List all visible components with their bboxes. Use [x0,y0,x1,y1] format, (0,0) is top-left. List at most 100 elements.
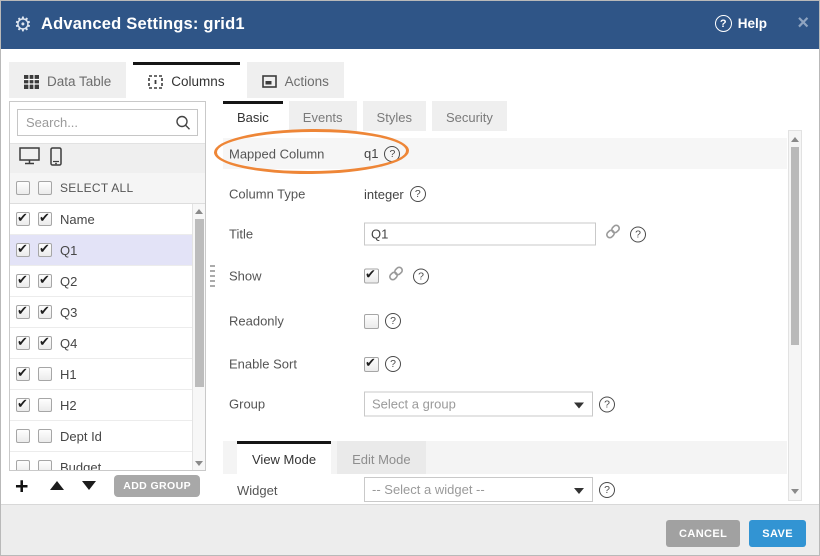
panel-splitter[interactable] [210,265,215,287]
enable-sort-row: Enable Sort ? [223,349,787,379]
show-row: Show ? [223,261,787,291]
desktop-checkbox[interactable] [16,305,30,319]
mobile-checkbox[interactable] [38,305,52,319]
gear-icon: ⚙ [14,13,32,37]
list-item[interactable]: Q2 [10,266,192,297]
desktop-checkbox[interactable] [16,460,30,471]
scroll-down-icon[interactable] [791,489,799,494]
enable-sort-label: Enable Sort [229,357,297,372]
list-item[interactable]: Name [10,204,192,235]
scroll-up-icon[interactable] [195,209,203,214]
group-select[interactable]: Select a group [364,392,593,417]
cancel-button[interactable]: CANCEL [666,520,740,547]
desktop-checkbox[interactable] [16,274,30,288]
desktop-checkbox[interactable] [16,212,30,226]
column-list: Name Q1 Q2 Q3 Q4H1H2Dept IdBudget [10,204,205,471]
panel-scrollbar-thumb[interactable] [791,147,799,345]
add-column-button[interactable]: + [15,475,28,497]
select-all-row[interactable]: SELECT ALL [10,173,205,204]
chevron-down-icon [574,488,584,494]
search-input[interactable] [18,110,197,135]
list-item[interactable]: Q4 [10,328,192,359]
tab-label: Actions [285,74,329,89]
desktop-checkbox[interactable] [16,243,30,257]
readonly-checkbox[interactable] [364,314,379,329]
bind-link-icon[interactable] [604,223,622,246]
title-input[interactable] [364,223,596,246]
scroll-down-icon[interactable] [195,461,203,466]
help-icon[interactable]: ? [385,356,401,372]
select-all-label: SELECT ALL [60,181,134,195]
sidebar-toolbar: + ADD GROUP [9,473,206,498]
tab-events[interactable]: Events [289,101,357,131]
help-icon[interactable]: ? [599,396,615,412]
tab-edit-mode[interactable]: Edit Mode [337,441,426,474]
help-icon[interactable]: ? [410,186,426,202]
tab-basic[interactable]: Basic [223,101,283,131]
mobile-checkbox[interactable] [38,429,52,443]
mode-section: View Mode Edit Mode Widget -- Select a w… [223,441,787,504]
desktop-checkbox[interactable] [16,367,30,381]
scroll-up-icon[interactable] [791,137,799,142]
list-scrollbar[interactable] [192,204,205,471]
move-up-icon[interactable] [50,481,64,490]
help-icon[interactable]: ? [413,268,429,284]
column-name: Name [60,212,95,227]
help-icon[interactable]: ? [630,226,646,242]
select-all-mobile-checkbox[interactable] [38,181,52,195]
mobile-checkbox[interactable] [38,336,52,350]
mobile-checkbox[interactable] [38,367,52,381]
mobile-checkbox[interactable] [38,398,52,412]
list-item[interactable]: Dept Id [10,421,192,452]
column-name: Q2 [60,274,77,289]
mobile-icon[interactable] [50,147,62,171]
close-icon[interactable]: × [797,11,809,35]
column-name: Q3 [60,305,77,320]
tab-security[interactable]: Security [432,101,507,131]
show-checkbox[interactable] [364,269,379,284]
list-item[interactable]: Q1 [10,235,192,266]
dialog-header: ⚙ Advanced Settings: grid1 ? Help × [1,1,819,49]
list-item[interactable]: H2 [10,390,192,421]
desktop-checkbox[interactable] [16,429,30,443]
list-item[interactable]: Budget [10,452,192,471]
advanced-settings-dialog: ⚙ Advanced Settings: grid1 ? Help × Data… [0,0,820,556]
panel-scrollbar[interactable] [788,130,802,501]
add-group-button[interactable]: ADD GROUP [114,475,200,497]
widget-select[interactable]: -- Select a widget -- [364,477,593,502]
group-label: Group [229,397,265,412]
mobile-checkbox[interactable] [38,212,52,226]
widget-select-value: -- Select a widget -- [372,482,485,497]
dialog-title: Advanced Settings: grid1 [41,15,245,34]
device-toggle-row [10,143,205,173]
bind-link-icon[interactable] [387,265,405,288]
help-icon[interactable]: ? [385,313,401,329]
help-button[interactable]: ? Help [715,15,767,32]
help-circle-icon: ? [715,15,732,32]
tab-columns[interactable]: Columns [133,62,239,98]
move-down-icon[interactable] [82,481,96,490]
tab-view-mode[interactable]: View Mode [237,441,331,474]
search-icon [174,114,192,137]
enable-sort-checkbox[interactable] [364,357,379,372]
tab-styles[interactable]: Styles [363,101,426,131]
select-all-desktop-checkbox[interactable] [16,181,30,195]
desktop-checkbox[interactable] [16,398,30,412]
widget-row: Widget -- Select a widget -- ? [223,474,787,504]
list-item[interactable]: H1 [10,359,192,390]
title-label: Title [229,227,253,242]
mobile-checkbox[interactable] [38,243,52,257]
list-item[interactable]: Q3 [10,297,192,328]
help-icon[interactable]: ? [599,482,615,498]
save-button[interactable]: SAVE [749,520,806,547]
list-scrollbar-thumb[interactable] [195,219,204,387]
group-row: Group Select a group ? [223,388,787,420]
readonly-label: Readonly [229,314,284,329]
desktop-icon[interactable] [19,147,40,170]
tab-actions[interactable]: Actions [247,62,344,98]
tab-label: Columns [171,74,224,89]
mobile-checkbox[interactable] [38,460,52,471]
tab-data-table[interactable]: Data Table [9,62,126,98]
mobile-checkbox[interactable] [38,274,52,288]
desktop-checkbox[interactable] [16,336,30,350]
